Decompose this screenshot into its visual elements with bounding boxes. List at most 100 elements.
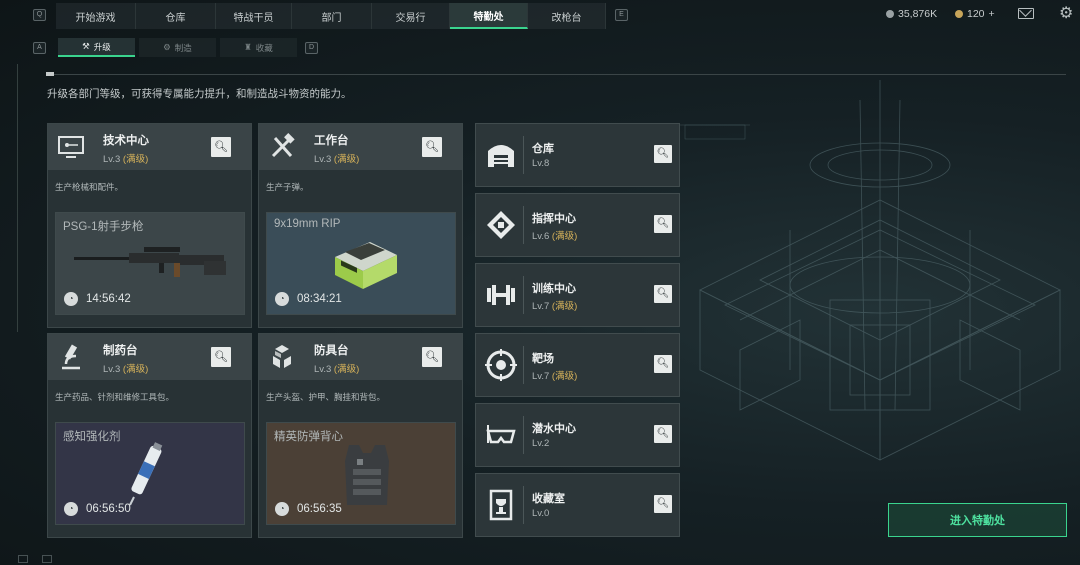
facility-row-training-center[interactable]: 训练中心 Lv.7 (满级) 🔍︎ — [475, 263, 680, 327]
inspect-button[interactable]: 🔍︎ — [211, 137, 231, 157]
production-slot[interactable]: PSG-1射手步枪 ◔ 14:56:42 — [55, 212, 245, 315]
level-text: Lv.7 — [532, 371, 550, 382]
tab-department[interactable]: 部门 — [292, 3, 372, 29]
facility-card-workbench[interactable]: 工作台 Lv.3 (满级) 🔍︎ 生产子弹。 9x19mm RIP ◔ 08:3… — [258, 123, 463, 328]
card-header: 防具台 Lv.3 (满级) 🔍︎ — [259, 334, 462, 380]
gold-currency[interactable]: 120 + — [955, 8, 995, 20]
facility-row-shooting-range[interactable]: 靶场 Lv.7 (满级) 🔍︎ — [475, 333, 680, 397]
silver-currency: 35,876K — [886, 8, 937, 20]
inspect-button[interactable]: 🔍︎ — [654, 215, 672, 233]
facility-card-armor-bench[interactable]: 防具台 Lv.3 (满级) 🔍︎ 生产头盔、护甲、胸挂和背包。 精英防弹背心 ◔… — [258, 333, 463, 538]
inspect-button[interactable]: 🔍︎ — [654, 145, 672, 163]
warehouse-icon — [483, 137, 519, 173]
production-timer: 14:56:42 — [86, 293, 131, 305]
silver-amount: 35,876K — [898, 8, 938, 20]
main-tabs: 开始游戏 仓库 特战干员 部门 交易行 特勤处 改枪台 — [56, 3, 606, 29]
max-level-badge: (满级) — [122, 154, 149, 165]
timer-icon: ◔ — [275, 502, 289, 516]
facility-title: 靶场 — [532, 353, 554, 365]
tab-start-game[interactable]: 开始游戏 — [56, 3, 136, 29]
separator — [523, 276, 524, 314]
facility-title: 收藏室 — [532, 493, 565, 505]
facility-title: 仓库 — [532, 143, 554, 155]
gold-amount: 120 — [967, 8, 985, 20]
subnav-next-key-hint[interactable]: D — [305, 42, 318, 54]
settings-gear-icon[interactable]: ⚙ — [1059, 6, 1073, 22]
card-description: 生产头盔、护甲、胸挂和背包。 — [266, 392, 386, 402]
product-name: 感知强化剂 — [63, 431, 121, 443]
subtab-collection[interactable]: ♜ 收藏 — [220, 38, 297, 57]
mail-icon[interactable] — [1018, 8, 1034, 19]
tab-operators[interactable]: 特战干员 — [216, 3, 292, 29]
diving-mask-icon — [483, 417, 519, 453]
facility-row-command-center[interactable]: 指挥中心 Lv.6 (满级) 🔍︎ — [475, 193, 680, 257]
sub-tabs: ⚒ 升级 ⚙ 制造 ♜ 收藏 — [58, 38, 297, 57]
facility-row-warehouse[interactable]: 仓库 Lv.8 🔍︎ — [475, 123, 680, 187]
facility-row-diving-center[interactable]: 潜水中心 Lv.2 🔍︎ — [475, 403, 680, 467]
timer-icon: ◔ — [64, 502, 78, 516]
inspect-button[interactable]: 🔍︎ — [422, 137, 442, 157]
level-text: Lv.6 — [532, 231, 550, 242]
max-level-badge: (满级) — [551, 231, 578, 242]
level-text: Lv.7 — [532, 301, 550, 312]
max-level-badge: (满级) — [122, 364, 149, 375]
nav-next-key-hint[interactable]: E — [615, 9, 628, 21]
sniper-rifle-image — [74, 247, 226, 277]
gold-add-button[interactable]: + — [989, 8, 995, 20]
production-timer: 08:34:21 — [297, 293, 342, 305]
inspect-button[interactable]: 🔍︎ — [211, 347, 231, 367]
trophy-icon: ♜ — [244, 42, 252, 52]
card-level: Lv.3 (满级) — [103, 361, 148, 375]
tab-gunsmith[interactable]: 改枪台 — [528, 3, 606, 29]
card-title: 工作台 — [314, 135, 349, 147]
injector-image — [129, 442, 163, 506]
chip-icon — [483, 207, 519, 243]
intro-text: 升级各部门等级，可获得专属能力提升，和制造战斗物资的能力。 — [47, 88, 352, 100]
subtab-craft[interactable]: ⚙ 制造 — [139, 38, 216, 57]
facility-row-collection-room[interactable]: 收藏室 Lv.0 🔍︎ — [475, 473, 680, 537]
inspect-button[interactable]: 🔍︎ — [654, 495, 672, 513]
base-wireframe-illustration — [680, 80, 1061, 461]
production-timer: 06:56:50 — [86, 503, 131, 515]
enter-special-ops-button[interactable]: 进入特勤处 — [888, 503, 1067, 537]
monitor-icon — [56, 132, 86, 162]
facility-level: Lv.7 (满级) — [532, 368, 577, 382]
tab-warehouse[interactable]: 仓库 — [136, 3, 216, 29]
corner-decor — [18, 555, 28, 563]
card-title: 制药台 — [103, 345, 138, 357]
product-name: 精英防弹背心 — [274, 431, 343, 443]
level-text: Lv.2 — [532, 438, 550, 449]
facility-card-tech-center[interactable]: 技术中心 Lv.3 (满级) 🔍︎ 生产枪械和配件。 PSG-1射手步枪 ◔ 1… — [47, 123, 252, 328]
product-name: PSG-1射手步枪 — [63, 221, 144, 233]
separator — [523, 346, 524, 384]
nav-prev-key-hint[interactable]: Q — [33, 9, 46, 21]
tab-special-ops[interactable]: 特勤处 — [450, 3, 528, 29]
production-slot[interactable]: 感知强化剂 ◔ 06:56:50 — [55, 422, 245, 525]
subtab-upgrade[interactable]: ⚒ 升级 — [58, 38, 135, 57]
production-slot[interactable]: 9x19mm RIP ◔ 08:34:21 — [266, 212, 456, 315]
microscope-icon — [56, 342, 86, 372]
inspect-button[interactable]: 🔍︎ — [654, 355, 672, 373]
inspect-button[interactable]: 🔍︎ — [422, 347, 442, 367]
gold-coin-icon — [955, 10, 963, 18]
trophy-case-icon — [483, 487, 519, 523]
production-slot[interactable]: 精英防弹背心 ◔ 06:56:35 — [266, 422, 456, 525]
tab-trading[interactable]: 交易行 — [372, 3, 450, 29]
production-timer: 06:56:35 — [297, 503, 342, 515]
section-divider — [46, 72, 1066, 76]
facility-card-pharmacy[interactable]: 制药台 Lv.3 (满级) 🔍︎ 生产药品、针剂和维修工具包。 感知强化剂 ◔ … — [47, 333, 252, 538]
subnav-prev-key-hint[interactable]: A — [33, 42, 46, 54]
subtab-upgrade-label: 升级 — [93, 41, 111, 52]
separator — [523, 486, 524, 524]
inspect-button[interactable]: 🔍︎ — [654, 285, 672, 303]
ammo-box-image — [335, 242, 397, 289]
card-header: 制药台 Lv.3 (满级) 🔍︎ — [48, 334, 251, 380]
max-level-badge: (满级) — [333, 364, 360, 375]
inspect-button[interactable]: 🔍︎ — [654, 425, 672, 443]
card-header: 技术中心 Lv.3 (满级) 🔍︎ — [48, 124, 251, 170]
tools-icon — [267, 132, 297, 162]
facility-level: Lv.6 (满级) — [532, 228, 577, 242]
corner-decor — [42, 555, 52, 563]
vest-image — [345, 445, 389, 505]
dumbbell-icon — [483, 277, 519, 313]
